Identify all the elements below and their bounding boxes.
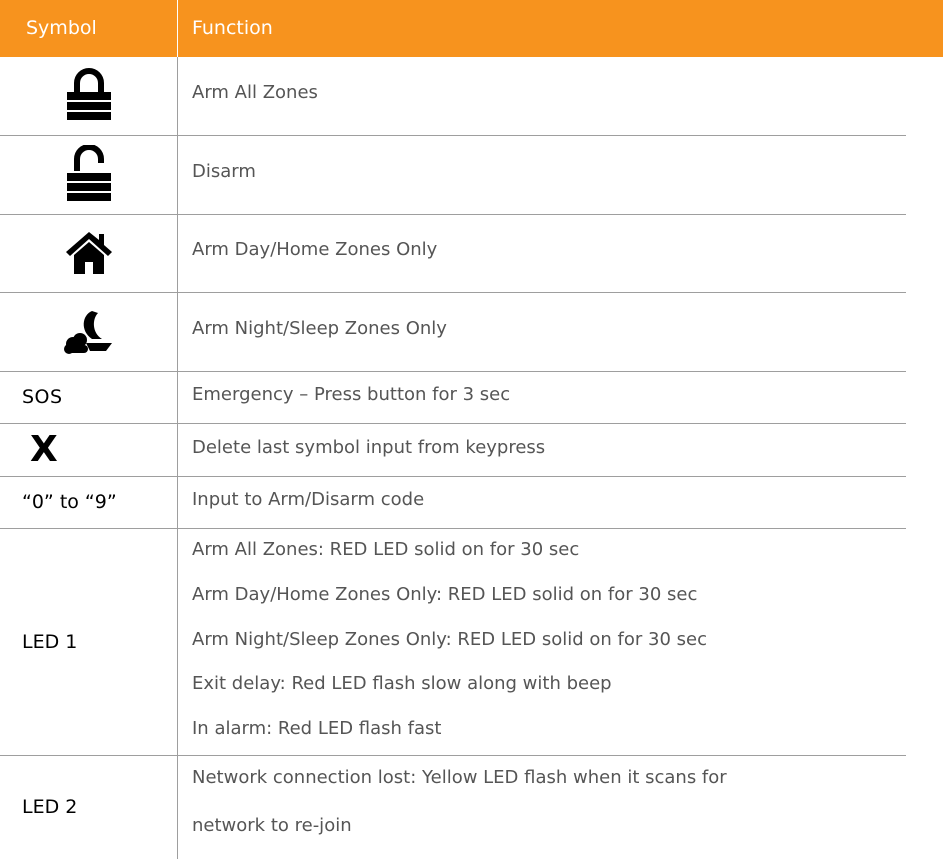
table-row-function: Delete last symbol input from keypress [192,437,546,458]
led1-label: LED 1 [22,630,78,653]
led1-line: Arm All Zones: RED LED solid on for 30 s… [192,539,580,560]
night-moon-cloud-icon [63,310,112,354]
led1-line: In alarm: Red LED flash fast [192,718,442,739]
locked-padlock-icon [66,68,111,120]
header-symbol: Symbol [26,17,97,39]
led2-line: network to re-join [192,815,352,836]
table-row-symbol: SOS [0,371,177,423]
led1-line: Exit delay: Red LED flash slow along wit… [192,673,612,694]
table-row-symbol: LED 2 [0,755,177,859]
table-row-symbol [0,135,177,214]
column-divider [177,57,178,859]
led1-line: Arm Night/Sleep Zones Only: RED LED soli… [192,629,708,650]
header-function: Function [192,17,273,39]
table-row-symbol: “0” to “9” [0,476,177,528]
led1-line: Arm Day/Home Zones Only: RED LED solid o… [192,584,698,605]
table-row-function: Arm Night/Sleep Zones Only [192,318,447,339]
header-divider [177,0,178,57]
table-row-function: Arm Day/Home Zones Only [192,239,438,260]
table-header: Symbol Function [0,0,943,57]
sos-symbol: SOS [22,386,63,408]
table-row-symbol: X [0,423,177,476]
table-row-symbol: LED 1 [0,528,177,755]
table-row-symbol [0,292,177,371]
led2-line: Network connection lost: Yellow LED flas… [192,767,727,788]
table-row-symbol [0,57,177,135]
unlocked-padlock-icon [66,144,111,201]
table-row-function: Emergency – Press button for 3 sec [192,384,511,405]
house-icon [65,232,112,274]
table-row-function: Input to Arm/Disarm code [192,489,425,510]
table-row-function: Disarm [192,161,256,182]
table-row-function: Arm All Zones [192,82,318,103]
x-symbol: X [30,429,58,470]
table-row-symbol [0,214,177,292]
digits-symbol: “0” to “9” [22,491,117,513]
led2-label: LED 2 [22,796,78,818]
